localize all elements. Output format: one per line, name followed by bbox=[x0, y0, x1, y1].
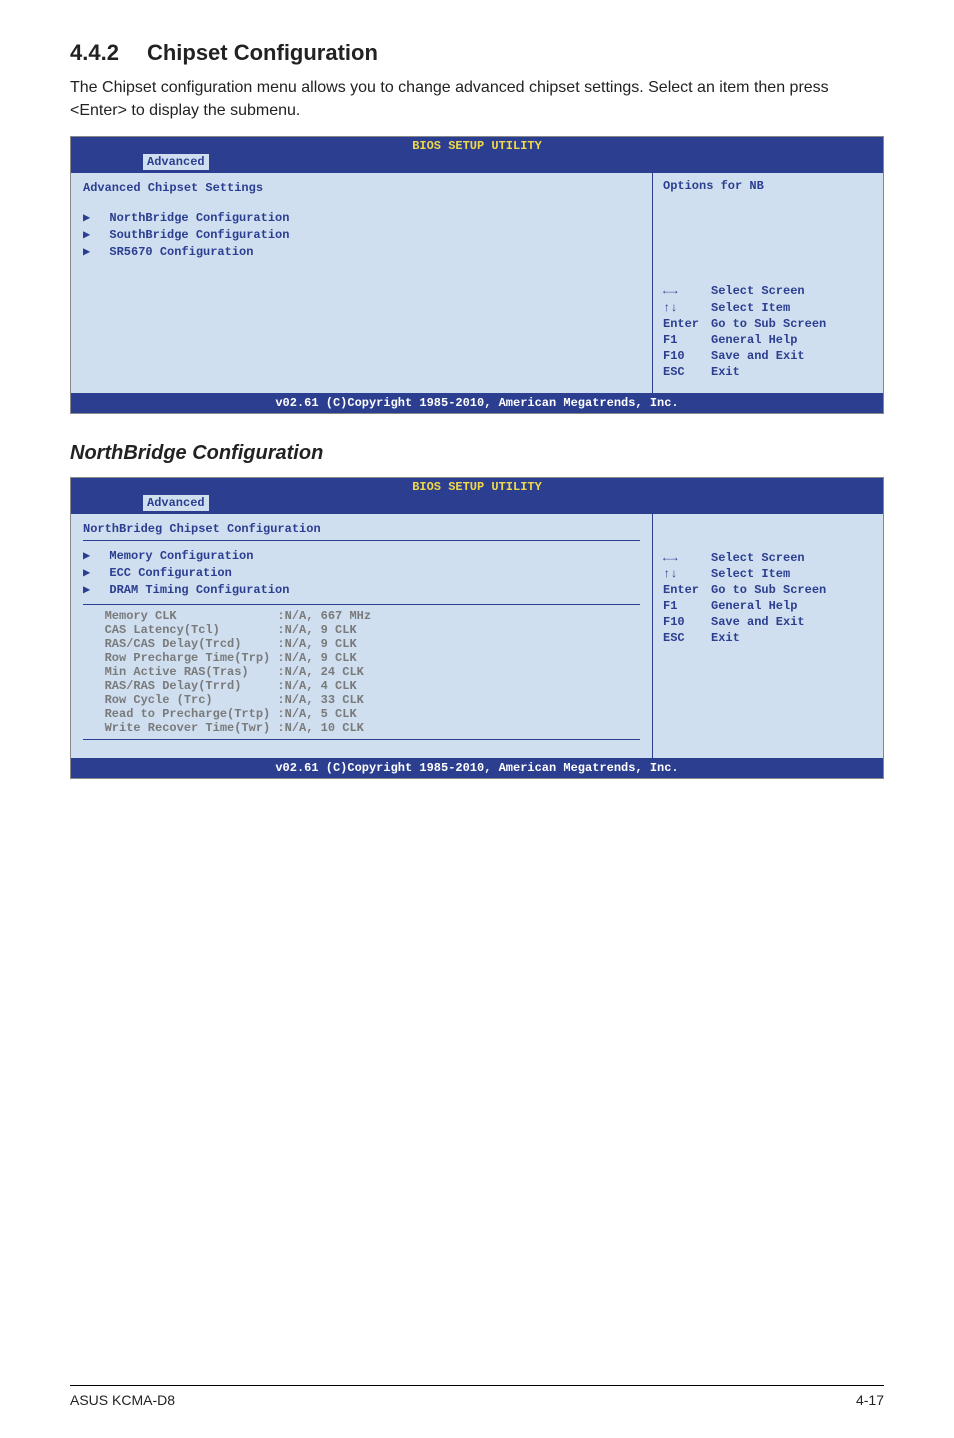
menu-item-southbridge: ▶ SouthBridge Configuration bbox=[83, 226, 640, 243]
menu-item-label: SR5670 Configuration bbox=[109, 245, 253, 259]
help-text: Exit bbox=[711, 631, 740, 645]
section-number: 4.4.2 bbox=[70, 40, 119, 66]
help-key: ESC bbox=[663, 364, 711, 380]
bios-right-heading: Options for NB bbox=[663, 179, 873, 193]
help-text: Select Screen bbox=[711, 551, 805, 565]
bios-footer: v02.61 (C)Copyright 1985-2010, American … bbox=[71, 393, 883, 413]
help-key: ↑↓ bbox=[663, 566, 711, 582]
bios-tab-row: Advanced bbox=[71, 495, 883, 514]
help-key: Enter bbox=[663, 582, 711, 598]
bios-left-panel: Advanced Chipset Settings ▶ NorthBridge … bbox=[71, 173, 653, 392]
bios-screenshot-chipset: BIOS SETUP UTILITY Advanced Advanced Chi… bbox=[70, 136, 884, 413]
bios-right-panel: ←→Select Screen ↑↓Select Item EnterGo to… bbox=[653, 514, 883, 758]
bios-footer: v02.61 (C)Copyright 1985-2010, American … bbox=[71, 758, 883, 778]
submenu-arrow-icon: ▶ bbox=[83, 210, 95, 225]
section-description: The Chipset configuration menu allows yo… bbox=[70, 76, 884, 122]
submenu-arrow-icon: ▶ bbox=[83, 582, 95, 597]
help-text: Save and Exit bbox=[711, 349, 805, 363]
memory-info-table: Memory CLK :N/A, 667 MHz CAS Latency(Tcl… bbox=[83, 609, 640, 735]
submenu-arrow-icon: ▶ bbox=[83, 548, 95, 563]
section-title-text: Chipset Configuration bbox=[147, 40, 378, 65]
help-text: General Help bbox=[711, 333, 797, 347]
subheading-northbridge: NorthBridge Configuration bbox=[70, 442, 884, 465]
bios-right-panel: Options for NB ←→Select Screen ↑↓Select … bbox=[653, 173, 883, 392]
page-footer: ASUS KCMA-D8 4-17 bbox=[70, 1385, 884, 1408]
bios-tab-advanced: Advanced bbox=[143, 154, 209, 170]
menu-item-dram-timing: ▶ DRAM Timing Configuration bbox=[83, 581, 640, 598]
bios-tab-row: Advanced bbox=[71, 154, 883, 173]
help-text: General Help bbox=[711, 599, 797, 613]
help-text: Save and Exit bbox=[711, 615, 805, 629]
menu-item-northbridge: ▶ NorthBridge Configuration bbox=[83, 209, 640, 226]
section-heading: 4.4.2 Chipset Configuration bbox=[70, 40, 884, 66]
menu-item-sr5670: ▶ SR5670 Configuration bbox=[83, 243, 640, 260]
submenu-arrow-icon: ▶ bbox=[83, 244, 95, 259]
footer-left: ASUS KCMA-D8 bbox=[70, 1392, 175, 1408]
info-subsection: Memory CLK :N/A, 667 MHz CAS Latency(Tcl… bbox=[83, 604, 640, 740]
submenu-arrow-icon: ▶ bbox=[83, 227, 95, 242]
bios-left-panel: NorthBrideg Chipset Configuration ▶ Memo… bbox=[71, 514, 653, 758]
help-key: ↑↓ bbox=[663, 300, 711, 316]
help-key: F1 bbox=[663, 598, 711, 614]
help-key: ←→ bbox=[663, 283, 711, 299]
help-key: ESC bbox=[663, 630, 711, 646]
help-text: Select Screen bbox=[711, 284, 805, 298]
help-text: Exit bbox=[711, 365, 740, 379]
menu-item-label: SouthBridge Configuration bbox=[109, 228, 289, 242]
menu-item-label: Memory Configuration bbox=[109, 549, 253, 563]
help-key: Enter bbox=[663, 316, 711, 332]
footer-right: 4-17 bbox=[856, 1392, 884, 1408]
help-key: F1 bbox=[663, 332, 711, 348]
help-key: F10 bbox=[663, 348, 711, 364]
help-key: ←→ bbox=[663, 550, 711, 566]
menu-item-label: ECC Configuration bbox=[109, 566, 231, 580]
help-text: Go to Sub Screen bbox=[711, 583, 826, 597]
menu-item-ecc-config: ▶ ECC Configuration bbox=[83, 564, 640, 581]
help-text: Go to Sub Screen bbox=[711, 317, 826, 331]
bios-help-block: ←→Select Screen ↑↓Select Item EnterGo to… bbox=[663, 283, 873, 380]
bios-help-block: ←→Select Screen ↑↓Select Item EnterGo to… bbox=[663, 550, 873, 647]
bios-title: BIOS SETUP UTILITY bbox=[71, 478, 883, 495]
help-key: F10 bbox=[663, 614, 711, 630]
bios-left-heading: NorthBrideg Chipset Configuration bbox=[83, 520, 640, 541]
menu-item-label: DRAM Timing Configuration bbox=[109, 583, 289, 597]
menu-item-label: NorthBridge Configuration bbox=[109, 211, 289, 225]
help-text: Select Item bbox=[711, 567, 790, 581]
bios-left-heading: Advanced Chipset Settings bbox=[83, 179, 640, 199]
bios-title: BIOS SETUP UTILITY bbox=[71, 137, 883, 154]
bios-screenshot-northbridge: BIOS SETUP UTILITY Advanced NorthBrideg … bbox=[70, 477, 884, 779]
menu-item-memory-config: ▶ Memory Configuration bbox=[83, 547, 640, 564]
bios-tab-advanced: Advanced bbox=[143, 495, 209, 511]
submenu-arrow-icon: ▶ bbox=[83, 565, 95, 580]
help-text: Select Item bbox=[711, 301, 790, 315]
